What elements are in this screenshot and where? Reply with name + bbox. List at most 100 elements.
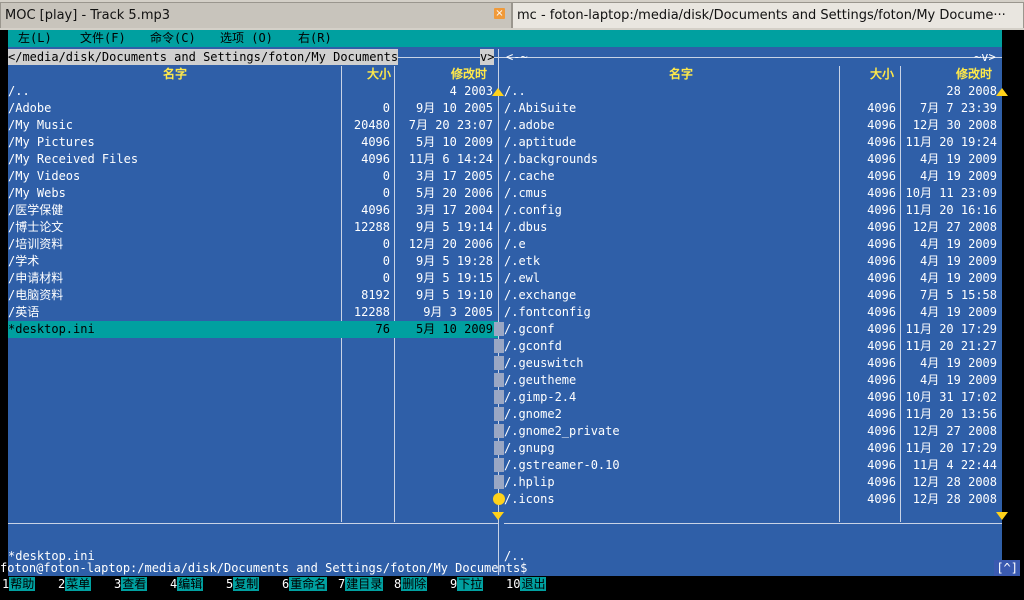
file-size: 4096 xyxy=(867,203,896,217)
file-row[interactable]: /英语 12288 9月 3 2005 xyxy=(8,304,498,321)
right-panel-path[interactable]: <-~ xyxy=(506,49,528,65)
function-key-6[interactable]: 6重命名 xyxy=(282,575,328,593)
file-row[interactable]: /.ewl 4096 4月 19 2009 xyxy=(504,270,997,287)
file-row[interactable]: /My Pictures 4096 5月 10 2009 xyxy=(8,134,498,151)
file-row[interactable]: /电脑资料 8192 9月 5 19:10 xyxy=(8,287,498,304)
function-key-2[interactable]: 2菜单 xyxy=(58,575,92,593)
left-header-mtime[interactable]: 修改时 xyxy=(451,66,487,82)
file-row[interactable]: /.dbus 4096 12月 27 2008 xyxy=(504,219,997,236)
file-row[interactable]: /培训资料 0 12月 20 2006 xyxy=(8,236,498,253)
file-mtime: 4月 19 2009 xyxy=(919,152,997,166)
file-row[interactable]: /.AbiSuite 4096 7月 7 23:39 xyxy=(504,100,997,117)
file-row[interactable]: /医学保健 4096 3月 17 2004 xyxy=(8,202,498,219)
function-key-8[interactable]: 8删除 xyxy=(394,575,428,593)
file-row[interactable]: /申请材料 0 9月 5 19:15 xyxy=(8,270,498,287)
left-header-size[interactable]: 大小 xyxy=(367,66,391,82)
file-row[interactable]: *desktop.ini 76 5月 10 2009 xyxy=(8,321,498,338)
file-size: 4096 xyxy=(867,220,896,234)
tab-moc[interactable]: MOC [play] - Track 5.mp3 xyxy=(0,2,512,28)
file-mtime: 12月 30 2008 xyxy=(912,118,997,132)
file-name: /.gnupg xyxy=(504,441,555,455)
function-key-1[interactable]: 1帮助 xyxy=(2,575,36,593)
menu-options[interactable]: 选项 (O) xyxy=(220,30,273,47)
file-mtime: 11月 20 17:29 xyxy=(905,441,997,455)
function-key-9[interactable]: 9下拉 xyxy=(450,575,484,593)
right-header-mtime[interactable]: 修改时 xyxy=(956,66,992,82)
function-key-5[interactable]: 5复制 xyxy=(226,575,260,593)
scroll-down-icon[interactable] xyxy=(996,512,1008,520)
file-row[interactable]: /博士论文 12288 9月 5 19:14 xyxy=(8,219,498,236)
file-row[interactable]: /.adobe 4096 12月 30 2008 xyxy=(504,117,997,134)
scrollbar-thumb[interactable] xyxy=(493,493,505,505)
menu-left[interactable]: 左(L) xyxy=(18,30,52,47)
file-name: /申请材料 xyxy=(8,271,64,285)
function-key-10[interactable]: 10退出 xyxy=(506,575,547,593)
file-row[interactable]: /.fontconfig 4096 4月 19 2009 xyxy=(504,304,997,321)
left-header-name[interactable]: 名字 xyxy=(163,66,187,82)
file-row[interactable]: /.. 4 2003 xyxy=(8,83,498,100)
file-row[interactable]: /Adobe 0 9月 10 2005 xyxy=(8,100,498,117)
file-row[interactable]: /.gnome2_private 4096 12月 27 2008 xyxy=(504,423,997,440)
file-row[interactable]: /.icons 4096 12月 28 2008 xyxy=(504,491,997,508)
file-row[interactable]: /.e 4096 4月 19 2009 xyxy=(504,236,997,253)
file-row[interactable]: /.etk 4096 4月 19 2009 xyxy=(504,253,997,270)
file-name: /.hplip xyxy=(504,475,555,489)
function-key-label: 重命名 xyxy=(289,577,328,591)
file-row[interactable]: /.backgrounds 4096 4月 19 2009 xyxy=(504,151,997,168)
scroll-up-icon[interactable] xyxy=(996,88,1008,96)
tab-mc-title: mc - foton-laptop:/media/disk/Documents … xyxy=(517,8,1006,23)
file-row[interactable]: /.hplip 4096 12月 28 2008 xyxy=(504,474,997,491)
right-header-size[interactable]: 大小 xyxy=(870,66,894,82)
tab-mc[interactable]: mc - foton-laptop:/media/disk/Documents … xyxy=(512,2,1024,28)
function-key-3[interactable]: 3查看 xyxy=(114,575,148,593)
file-row[interactable]: /.geuswitch 4096 4月 19 2009 xyxy=(504,355,997,372)
right-panel[interactable]: <-~ ~v> 名字 大小 修改时 /.. 28 2008 /.AbiSuite 40… xyxy=(504,47,1008,576)
file-size: 4096 xyxy=(867,407,896,421)
file-name: /.etk xyxy=(504,254,541,268)
function-key-label: 编辑 xyxy=(177,577,204,591)
left-panel-path[interactable]: </media/disk/Documents and Settings/foto… xyxy=(8,49,399,65)
terminal[interactable]: 左(L) 文件(F) 命令(C) 选项 (O) 右(R) </media/dis… xyxy=(0,30,1024,600)
file-row[interactable]: /.config 4096 11月 20 16:16 xyxy=(504,202,997,219)
file-row[interactable]: /.geutheme 4096 4月 19 2009 xyxy=(504,372,997,389)
file-row[interactable]: /.gconf 4096 11月 20 17:29 xyxy=(504,321,997,338)
file-row[interactable]: /.aptitude 4096 11月 20 19:24 xyxy=(504,134,997,151)
scroll-down-icon[interactable] xyxy=(492,512,504,520)
file-row[interactable]: /My Webs 0 5月 20 2006 xyxy=(8,185,498,202)
file-mtime: 7月 7 23:39 xyxy=(919,101,997,115)
left-panel[interactable]: </media/disk/Documents and Settings/foto… xyxy=(8,47,504,576)
file-row[interactable]: /.exchange 4096 7月 5 15:58 xyxy=(504,287,997,304)
file-row[interactable]: /.gimp-2.4 4096 10月 31 17:02 xyxy=(504,389,997,406)
scroll-up-icon[interactable] xyxy=(492,88,504,96)
file-row[interactable]: /.cache 4096 4月 19 2009 xyxy=(504,168,997,185)
command-bracket[interactable]: [^] xyxy=(994,560,1020,576)
right-header-name[interactable]: 名字 xyxy=(669,66,693,82)
menu-file[interactable]: 文件(F) xyxy=(80,30,126,47)
close-icon[interactable]: × xyxy=(494,8,505,19)
function-key-7[interactable]: 7建目录 xyxy=(338,575,384,593)
file-size: 20480 xyxy=(353,118,390,132)
file-row[interactable]: /My Music 20480 7月 20 23:07 xyxy=(8,117,498,134)
command-line[interactable]: foton@foton-laptop:/media/disk/Documents… xyxy=(0,560,1020,576)
menu-command[interactable]: 命令(C) xyxy=(150,30,196,47)
file-row[interactable]: /.gconfd 4096 11月 20 21:27 xyxy=(504,338,997,355)
file-row[interactable]: /My Received Files 4096 11月 6 14:24 xyxy=(8,151,498,168)
file-row[interactable]: /My Videos 0 3月 17 2005 xyxy=(8,168,498,185)
file-row[interactable]: /.. 28 2008 xyxy=(504,83,997,100)
file-row[interactable]: /.gnome2 4096 11月 20 13:56 xyxy=(504,406,997,423)
scrollbar-track xyxy=(494,322,504,336)
function-key-4[interactable]: 4编辑 xyxy=(170,575,204,593)
file-mtime: 4月 19 2009 xyxy=(919,305,997,319)
file-row[interactable]: /.gstreamer-0.10 4096 11月 4 22:44 xyxy=(504,457,997,474)
menu-right[interactable]: 右(R) xyxy=(298,30,332,47)
left-panel-path-end[interactable]: v> xyxy=(480,49,495,65)
right-panel-path-end[interactable]: ~v> xyxy=(974,49,996,65)
file-row[interactable]: /.gnupg 4096 11月 20 17:29 xyxy=(504,440,997,457)
file-row[interactable]: /.cmus 4096 10月 11 23:09 xyxy=(504,185,997,202)
file-mtime: 11月 20 13:56 xyxy=(905,407,997,421)
file-row[interactable]: /学术 0 9月 5 19:28 xyxy=(8,253,498,270)
file-size: 4096 xyxy=(867,373,896,387)
function-key-label: 查看 xyxy=(121,577,148,591)
file-mtime: 11月 20 17:29 xyxy=(905,322,997,336)
scrollbar-track xyxy=(494,356,504,370)
